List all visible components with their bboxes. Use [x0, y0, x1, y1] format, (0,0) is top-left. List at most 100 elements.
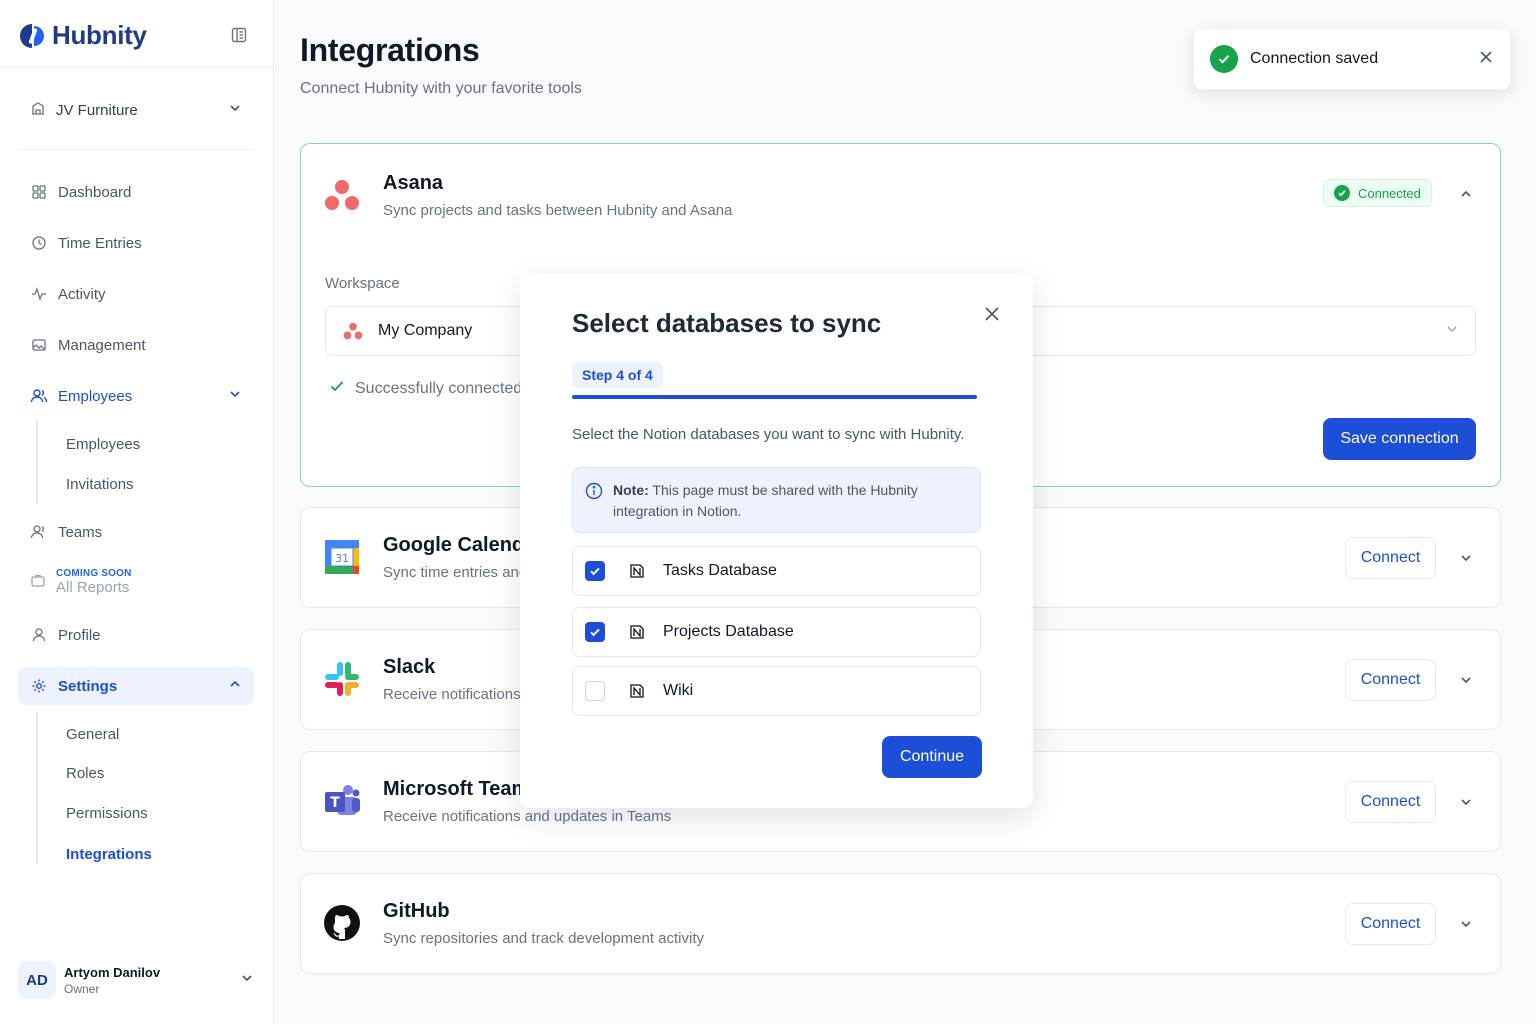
- subnav-roles[interactable]: Roles: [66, 765, 104, 782]
- note-box: Note: This page must be shared with the …: [572, 467, 981, 533]
- user-menu[interactable]: AD Artyom Danilov Owner: [18, 958, 254, 1002]
- building-icon: [30, 100, 46, 121]
- svg-text:T: T: [330, 795, 340, 811]
- success-text: Successfully connected: [355, 379, 523, 397]
- subnav-line: [36, 420, 38, 504]
- brand-logo[interactable]: Hubnity: [18, 20, 147, 51]
- grid-icon: [30, 183, 48, 201]
- nav-label: Time Entries: [58, 234, 142, 252]
- nav-all-reports: COMING SOON All Reports: [30, 568, 132, 596]
- nav-label: Teams: [58, 523, 103, 541]
- database-option-wiki[interactable]: Wiki: [572, 666, 981, 716]
- github-icon: [321, 902, 363, 944]
- chevron-up-icon[interactable]: [1456, 184, 1476, 204]
- connect-button[interactable]: Connect: [1345, 903, 1436, 945]
- divider: [0, 67, 274, 68]
- database-option-projects[interactable]: Projects Database: [572, 607, 981, 657]
- step-badge: Step 4 of 4: [572, 362, 663, 388]
- activity-icon: [30, 285, 48, 303]
- page-title: Integrations: [300, 32, 480, 68]
- asana-icon: [321, 174, 363, 216]
- check-circle-icon: [1334, 185, 1350, 201]
- database-name: Projects Database: [663, 623, 794, 640]
- notion-icon: [627, 622, 647, 642]
- status-badge: Connected: [1323, 179, 1432, 207]
- hubnity-logo-icon: [20, 23, 44, 48]
- integration-card-github: GitHub Sync repositories and track devel…: [300, 873, 1501, 974]
- connect-button[interactable]: Connect: [1345, 537, 1436, 579]
- nav-settings[interactable]: Settings: [18, 667, 254, 705]
- modal-title: Select databases to sync: [572, 308, 882, 338]
- nav-profile[interactable]: Profile: [18, 616, 254, 654]
- subnav-employees[interactable]: Employees: [66, 436, 140, 453]
- success-message: Successfully connected: [329, 378, 522, 399]
- sidebar-collapse-icon[interactable]: [228, 24, 250, 46]
- nav-teams[interactable]: Teams: [18, 513, 254, 551]
- nav-activity[interactable]: Activity: [18, 275, 254, 313]
- chevron-down-icon: [228, 101, 242, 120]
- continue-button[interactable]: Continue: [882, 736, 982, 778]
- chevron-down-icon[interactable]: [1456, 670, 1476, 690]
- toast-notification: Connection saved: [1193, 28, 1511, 90]
- gear-icon: [30, 677, 48, 695]
- image-icon: [30, 336, 48, 354]
- checkbox[interactable]: [585, 561, 605, 581]
- check-icon: [329, 378, 345, 399]
- subnav-integrations[interactable]: Integrations: [66, 846, 152, 863]
- user-role: Owner: [64, 981, 100, 996]
- nav-label: All Reports: [56, 579, 130, 596]
- badge-label: Connected: [1358, 185, 1421, 201]
- checkbox[interactable]: [585, 622, 605, 642]
- checkbox[interactable]: [585, 681, 605, 701]
- notion-icon: [627, 681, 647, 701]
- users-icon: [30, 387, 48, 405]
- nav-label: Profile: [58, 626, 101, 644]
- notion-icon: [627, 561, 647, 581]
- subnav-general[interactable]: General: [66, 726, 119, 743]
- briefcase-icon: [30, 572, 46, 593]
- workspace-selector[interactable]: JV Furniture: [18, 90, 254, 130]
- info-icon: [585, 482, 603, 506]
- toast-message: Connection saved: [1250, 50, 1379, 67]
- integration-title: Asana: [383, 172, 444, 194]
- chevron-up-icon: [228, 677, 242, 695]
- sidebar: Hubnity JV Furniture Dashboard Time Entr…: [0, 0, 274, 1024]
- coming-soon-tag: COMING SOON: [56, 568, 132, 579]
- subnav-permissions[interactable]: Permissions: [66, 805, 148, 822]
- chevron-down-icon: [240, 971, 254, 990]
- close-icon[interactable]: [982, 304, 1002, 324]
- integration-desc: Receive notifications and updates in Tea…: [383, 808, 672, 825]
- note-label: Note:: [613, 482, 649, 498]
- modal-description: Select the Notion databases you want to …: [572, 426, 965, 443]
- database-option-tasks[interactable]: Tasks Database: [572, 546, 981, 596]
- nav-employees[interactable]: Employees: [18, 377, 254, 415]
- microsoft-teams-icon: T: [321, 780, 363, 822]
- nav-dashboard[interactable]: Dashboard: [18, 173, 254, 211]
- connect-button[interactable]: Connect: [1345, 659, 1436, 701]
- connect-button[interactable]: Connect: [1345, 781, 1436, 823]
- subnav-line: [36, 712, 38, 864]
- user-name: Artyom Danilov: [64, 964, 161, 980]
- svg-text:31: 31: [335, 552, 349, 565]
- divider: [18, 149, 254, 150]
- save-connection-button[interactable]: Save connection: [1323, 418, 1476, 460]
- chevron-down-icon[interactable]: [1456, 914, 1476, 934]
- slack-icon: [321, 658, 363, 700]
- nav-management[interactable]: Management: [18, 326, 254, 364]
- nav-time-entries[interactable]: Time Entries: [18, 224, 254, 262]
- progress-fill: [572, 395, 977, 399]
- clock-icon: [30, 234, 48, 252]
- nav-label: Employees: [58, 387, 133, 405]
- chevron-down-icon[interactable]: [1456, 792, 1476, 812]
- asana-icon: [343, 322, 363, 340]
- integration-desc: Sync repositories and track development …: [383, 930, 704, 947]
- check-circle-icon: [1210, 45, 1238, 73]
- subnav-invitations[interactable]: Invitations: [66, 476, 134, 493]
- user-icon: [30, 626, 48, 644]
- integration-desc: Sync projects and tasks between Hubnity …: [383, 202, 733, 219]
- integration-title: GitHub: [383, 900, 450, 922]
- close-icon[interactable]: [1478, 49, 1494, 70]
- chevron-down-icon[interactable]: [1456, 548, 1476, 568]
- page-subtitle: Connect Hubnity with your favorite tools: [300, 80, 582, 97]
- database-name: Wiki: [663, 682, 694, 699]
